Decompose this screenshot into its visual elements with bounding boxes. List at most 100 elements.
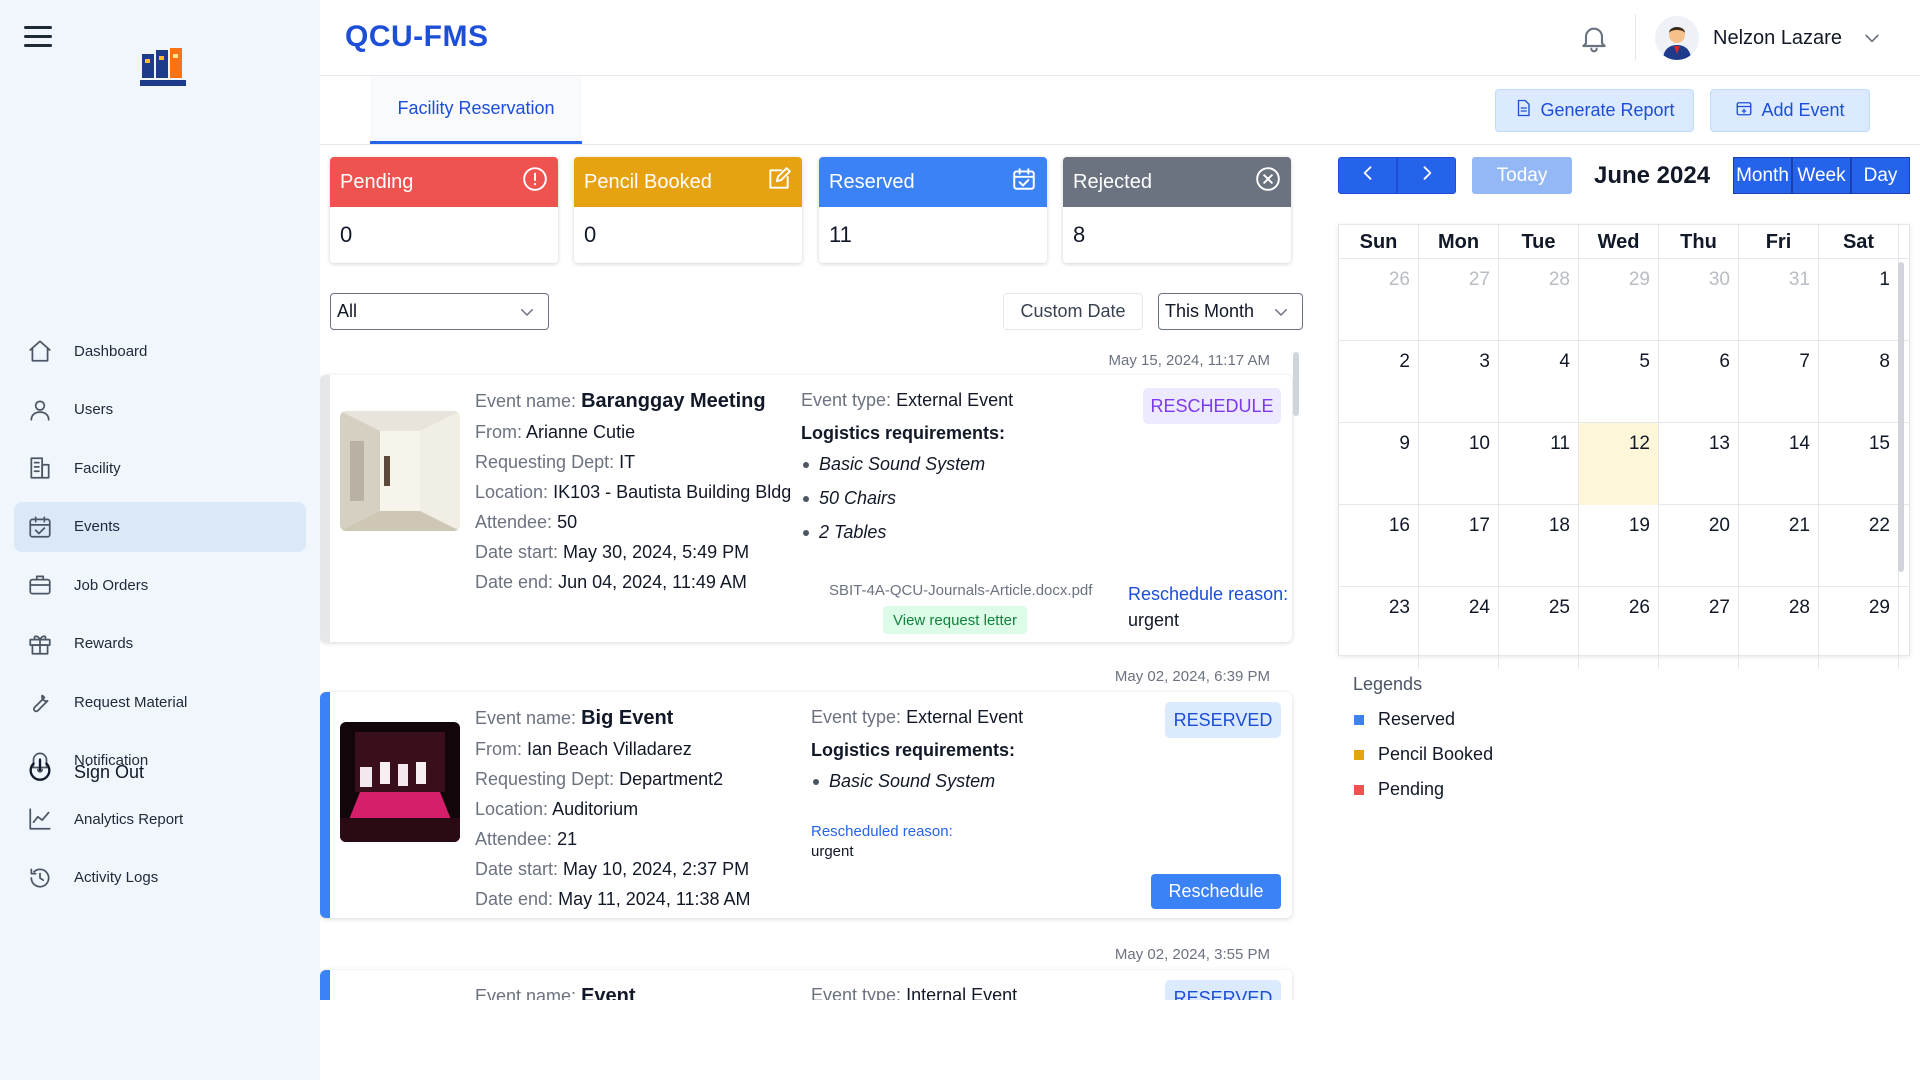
calendar-day-cell[interactable]: 17 <box>1419 505 1499 587</box>
view-week-button[interactable]: Week <box>1792 157 1851 194</box>
stat-card-reserved[interactable]: Reserved 11 <box>819 157 1047 263</box>
app-logo <box>140 46 186 88</box>
calendar-day-cell[interactable]: 21 <box>1739 505 1819 587</box>
calendar-week-row: 9 10 11 12 13 14 15 <box>1339 423 1909 505</box>
calendar-day-cell[interactable]: 28 <box>1499 259 1579 341</box>
calendar-day-cell[interactable]: 20 <box>1659 505 1739 587</box>
calendar-scrollbar[interactable] <box>1898 262 1904 572</box>
event-status-bar <box>320 970 330 1000</box>
event-logistics: Event type: Internal Event <box>811 985 1017 1000</box>
event-logistics: Event type: External Event Logistics req… <box>811 707 1023 805</box>
calendar-day-cell[interactable]: 29 <box>1819 587 1899 669</box>
field-label: Date end: <box>475 889 554 909</box>
calendar-day-cell[interactable]: 27 <box>1659 587 1739 669</box>
sidebar-item-facility[interactable]: Facility <box>14 443 306 493</box>
weekday-label: Mon <box>1419 225 1499 258</box>
logistics-list: Basic Sound System 50 Chairs 2 Tables <box>801 454 1013 543</box>
calendar-day-cell[interactable]: 24 <box>1419 587 1499 669</box>
sidebar-item-analytics-report[interactable]: Analytics Report <box>14 794 306 844</box>
calendar-day-cell[interactable]: 8 <box>1819 341 1899 423</box>
chevron-down-icon[interactable] <box>1862 28 1882 48</box>
sidebar-item-rewards[interactable]: Rewards <box>14 619 306 669</box>
date-range-select[interactable]: This Month <box>1158 293 1303 330</box>
menu-toggle-icon[interactable] <box>24 26 52 48</box>
sidebar-item-events[interactable]: Events <box>14 501 306 552</box>
field-label: Attendee: <box>475 512 553 532</box>
event-name: Event <box>581 985 636 1000</box>
calendar-day-cell[interactable]: 14 <box>1739 423 1819 505</box>
calendar-day-cell[interactable]: 4 <box>1499 341 1579 423</box>
event-card[interactable]: Event name: Baranggay Meeting From: Aria… <box>320 375 1292 642</box>
calendar-day-cell[interactable]: 6 <box>1659 341 1739 423</box>
sidebar-item-label: Users <box>74 401 114 418</box>
calendar-day-cell[interactable]: 1 <box>1819 259 1899 341</box>
event-from: Ian Beach Villadarez <box>527 739 692 759</box>
calendar-day-cell[interactable]: 19 <box>1579 505 1659 587</box>
calendar-day-cell[interactable]: 15 <box>1819 423 1899 505</box>
calendar-day-cell[interactable]: 23 <box>1339 587 1419 669</box>
event-list[interactable]: May 15, 2024, 11:17 AM Event name: Baran… <box>320 345 1300 1000</box>
calendar-day-cell[interactable]: 16 <box>1339 505 1419 587</box>
field-label: Date end: <box>475 572 554 592</box>
custom-date-button[interactable]: Custom Date <box>1003 293 1143 330</box>
calendar-day-cell[interactable]: 25 <box>1499 587 1579 669</box>
field-label: Event type: <box>801 390 892 410</box>
calendar-prev-button[interactable] <box>1338 157 1397 194</box>
calendar-day-cell[interactable]: 22 <box>1819 505 1899 587</box>
sidebar-item-label: Activity Logs <box>74 869 159 886</box>
calendar-day-cell[interactable]: 10 <box>1419 423 1499 505</box>
calendar-title: June 2024 <box>1594 162 1711 189</box>
user-name[interactable]: Nelzon Lazare <box>1713 27 1842 50</box>
calendar-day-cell[interactable]: 30 <box>1659 259 1739 341</box>
status-filter-select[interactable]: All <box>330 293 549 330</box>
today-button[interactable]: Today <box>1472 157 1572 194</box>
calendar-day-cell-today[interactable]: 12 <box>1579 423 1659 505</box>
calendar-day-cell[interactable]: 31 <box>1739 259 1819 341</box>
event-card[interactable]: Event name: Big Event From: Ian Beach Vi… <box>320 692 1292 918</box>
sidebar-item-activity-logs[interactable]: Activity Logs <box>14 853 306 903</box>
calendar-day-cell[interactable]: 2 <box>1339 341 1419 423</box>
sidebar-item-users[interactable]: Users <box>14 385 306 435</box>
calendar-week-row: 16 17 18 19 20 21 22 <box>1339 505 1909 587</box>
calendar-day-cell[interactable]: 18 <box>1499 505 1579 587</box>
calendar-day-cell[interactable]: 3 <box>1419 341 1499 423</box>
legends-title: Legends <box>1353 674 1423 694</box>
calendar-day-cell[interactable]: 13 <box>1659 423 1739 505</box>
calendar-day-cell[interactable]: 27 <box>1419 259 1499 341</box>
calendar-day-cell[interactable]: 26 <box>1339 259 1419 341</box>
calendar-day-cell[interactable]: 5 <box>1579 341 1659 423</box>
event-date-start: May 10, 2024, 2:37 PM <box>563 859 750 879</box>
calendar-day-cell[interactable]: 28 <box>1739 587 1819 669</box>
calendar-day-cell[interactable]: 9 <box>1339 423 1419 505</box>
month-calendar: Sun Mon Tue Wed Thu Fri Sat 26 27 28 29 … <box>1338 224 1910 669</box>
calendar-day-cell[interactable]: 11 <box>1499 423 1579 505</box>
avatar[interactable] <box>1655 16 1699 60</box>
calendar-day-cell[interactable]: 29 <box>1579 259 1659 341</box>
sign-out-button[interactable]: Sign Out <box>26 756 144 789</box>
power-icon <box>26 756 74 789</box>
notification-bell-icon[interactable] <box>1578 22 1610 54</box>
sidebar-item-request-material[interactable]: Request Material <box>14 677 306 727</box>
add-event-button[interactable]: Add Event <box>1710 89 1870 132</box>
event-list-scrollbar[interactable] <box>1293 352 1299 416</box>
view-request-letter-button[interactable]: View request letter <box>883 606 1027 634</box>
stat-card-pencil-booked[interactable]: Pencil Booked 0 <box>574 157 802 263</box>
stat-card-pending[interactable]: Pending 0 <box>330 157 558 263</box>
legend-item-reserved: Reserved <box>1354 709 1455 730</box>
calendar-day-cell[interactable]: 26 <box>1579 587 1659 669</box>
reschedule-button[interactable]: Reschedule <box>1151 874 1281 909</box>
view-month-button[interactable]: Month <box>1733 157 1792 194</box>
field-label: Date start: <box>475 542 559 562</box>
event-card[interactable]: Event name: Event Event type: Internal E… <box>320 970 1292 1000</box>
calendar-next-button[interactable] <box>1397 157 1456 194</box>
sidebar-item-dashboard[interactable]: Dashboard <box>14 326 306 376</box>
tab-facility-reservation[interactable]: Facility Reservation <box>370 76 582 144</box>
calendar-day-cell[interactable]: 7 <box>1739 341 1819 423</box>
stat-card-rejected[interactable]: Rejected 8 <box>1063 157 1291 263</box>
legend-label: Pending <box>1378 779 1445 799</box>
app-root: Dashboard Users Facility Events Job Orde… <box>0 0 1920 1080</box>
generate-report-button[interactable]: Generate Report <box>1495 89 1694 132</box>
view-day-button[interactable]: Day <box>1851 157 1910 194</box>
weekday-label: Fri <box>1739 225 1819 258</box>
sidebar-item-job-orders[interactable]: Job Orders <box>14 560 306 610</box>
